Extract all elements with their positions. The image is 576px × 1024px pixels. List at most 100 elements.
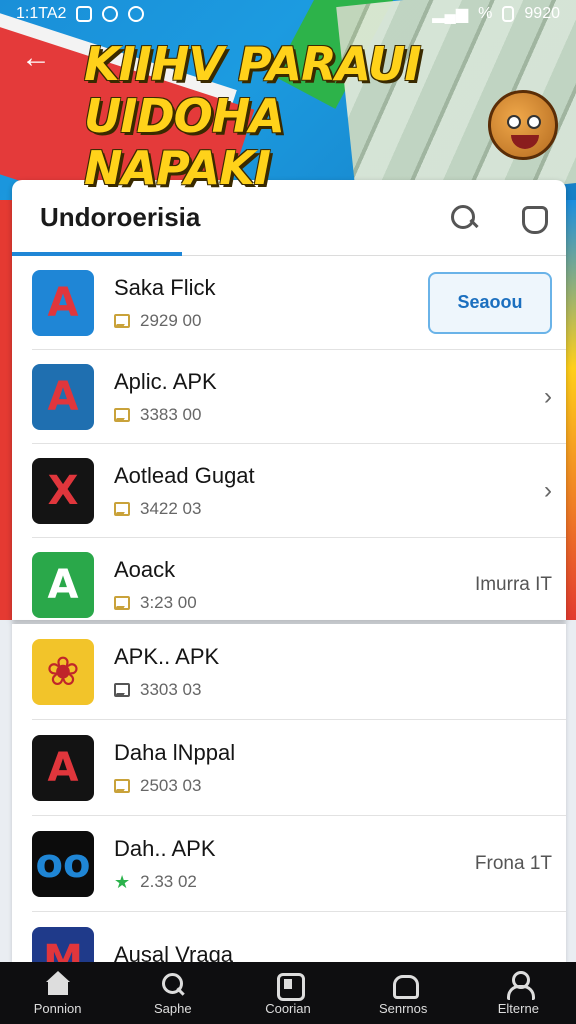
ticket-icon <box>114 501 130 516</box>
app-icon: ❀ <box>32 638 94 705</box>
signal-icon: ▂▄▆ <box>432 6 469 23</box>
headline-line-1: KIIHV PARAUI <box>84 37 422 91</box>
app-subtitle: 3:23 00 <box>114 593 566 613</box>
ticket-icon <box>114 682 130 697</box>
nav-item-ponnion[interactable]: Ponnion <box>3 970 113 1016</box>
battery-level: 9920 <box>524 5 560 22</box>
nav-label: Saphe <box>153 1000 192 1016</box>
search-icon <box>160 971 186 997</box>
app-icon: oo <box>32 830 94 897</box>
shield-status-icon <box>102 6 119 22</box>
app-icon: A <box>32 734 94 801</box>
app-glyph: oo <box>35 840 91 887</box>
nav-item-saphe[interactable]: Saphe <box>118 971 228 1016</box>
battery-icon <box>502 6 515 22</box>
app-glyph: A <box>47 373 79 420</box>
list-item[interactable]: A Aoack 3:23 00 Imurra IT <box>32 538 566 620</box>
card-title: Undoroerisia <box>40 202 201 232</box>
app-subtitle: 3383 00 <box>114 405 566 425</box>
app-name: APK.. APK <box>114 643 220 669</box>
row-action: Imurra IT <box>475 574 552 596</box>
row-status-text: Imurra IT <box>474 573 552 595</box>
app-icon: A <box>32 551 94 618</box>
app-name: Aotlead Gugat <box>114 462 255 488</box>
app-glyph: M <box>43 936 83 965</box>
search-icon[interactable] <box>448 202 480 234</box>
service-icon <box>390 971 420 999</box>
nav-label: Ponnion <box>33 1000 82 1016</box>
nav-item-senrnos[interactable]: Senrnos <box>348 971 458 1016</box>
app-icon: A <box>32 363 94 430</box>
star-icon: ★ <box>114 871 131 892</box>
app-sub-text: 2.33 02 <box>140 871 197 891</box>
user-icon <box>505 970 536 1000</box>
nav-label: Coorian <box>265 1000 311 1016</box>
app-subtitle: 3422 03 <box>114 499 566 519</box>
app-sub-text: 2503 03 <box>140 775 202 795</box>
left-decoration <box>0 200 12 620</box>
chevron-right-icon[interactable]: › <box>544 383 552 410</box>
app-name: Aplic. APK <box>114 368 217 394</box>
chevron-right-icon[interactable]: › <box>544 477 552 504</box>
status-percent: % <box>478 5 493 22</box>
shield-icon[interactable] <box>516 202 548 234</box>
app-list-card: Undoroerisia A Saka Flick 2929 00 Seaoou A Ap… <box>12 180 566 620</box>
status-bar: 1:1TA2 ▂▄▆ % 9920 <box>0 0 576 28</box>
app-list: ❀ APK.. APK 3303 03 A Daha lNppal 2503 03 oo Da… <box>12 624 566 964</box>
app-glyph: X <box>47 467 79 514</box>
row-status-text: Frona 1T <box>474 852 552 874</box>
app-meta: Aotlead Gugat 3422 03 <box>114 463 566 519</box>
row-action: Frona 1T <box>475 853 552 875</box>
notification-icon <box>76 6 93 22</box>
app-glyph: A <box>47 561 79 608</box>
list-item[interactable]: oo Dah.. APK ★ 2.33 02 Frona 1T <box>32 816 566 912</box>
list-item[interactable]: M Ausal Vraga <box>32 912 566 964</box>
app-sub-text: 3:23 00 <box>140 592 197 612</box>
app-glyph: A <box>47 744 79 791</box>
home-icon <box>45 970 71 997</box>
app-meta: Aplic. APK 3383 00 <box>114 369 566 425</box>
nav-label: Elterne <box>497 1000 539 1016</box>
app-meta: Daha lNppal 2503 03 <box>114 740 566 796</box>
list-item[interactable]: A Saka Flick 2929 00 Seaoou <box>32 256 566 350</box>
list-item[interactable]: A Aplic. APK 3383 00 › <box>32 350 566 444</box>
app-icon: X <box>32 457 94 524</box>
ticket-icon <box>114 778 130 793</box>
banner-headline: KIIHV PARAUI UIDOHA NAPAKI <box>84 38 484 194</box>
back-arrow-icon[interactable]: ← <box>18 40 54 76</box>
open-button[interactable]: Seaoou <box>428 271 552 334</box>
app-meta: APK.. APK 3303 03 <box>114 644 566 700</box>
app-name: Daha lNppal <box>114 739 236 765</box>
app-sub-text: 2929 00 <box>140 310 202 330</box>
app-name: Ausal Vraga <box>114 941 234 965</box>
ticket-icon <box>114 313 130 328</box>
ticket-icon <box>114 407 130 422</box>
app-icon: M <box>32 926 94 965</box>
headline-line-2: UIDOHA NAPAKI <box>84 89 285 195</box>
nav-item-elterne[interactable]: Elterne <box>463 970 573 1016</box>
list-item[interactable]: A Daha lNppal 2503 03 <box>32 720 566 816</box>
app-icon: A <box>32 269 94 336</box>
app-meta: Ausal Vraga <box>114 942 566 965</box>
row-action: › <box>544 383 552 411</box>
app-subtitle: ★ 2.33 02 <box>114 872 566 892</box>
ticket-icon <box>114 595 130 610</box>
bottom-navigation: Ponnion Saphe Coorian Senrnos Elterne <box>0 962 576 1024</box>
app-list: A Saka Flick 2929 00 Seaoou A Aplic. APK 3383 … <box>12 256 566 620</box>
list-item[interactable]: ❀ APK.. APK 3303 03 <box>32 624 566 720</box>
app-sub-text: 3422 03 <box>140 498 202 518</box>
app-sub-text: 3383 00 <box>140 404 202 424</box>
row-action: › <box>544 477 552 505</box>
settings-status-icon <box>128 6 145 22</box>
app-glyph: ❀ <box>46 648 80 695</box>
status-time: 1:1TA2 <box>16 5 67 22</box>
nav-item-coorian[interactable]: Coorian <box>233 971 343 1016</box>
nav-label: Senrnos <box>378 1000 428 1016</box>
app-subtitle: 2503 03 <box>114 776 566 796</box>
app-sub-text: 3303 03 <box>140 679 202 699</box>
row-action: Seaoou <box>428 271 552 334</box>
app-list-card-secondary: ❀ APK.. APK 3303 03 A Daha lNppal 2503 03 oo Da… <box>12 624 566 964</box>
list-item[interactable]: X Aotlead Gugat 3422 03 › <box>32 444 566 538</box>
mascot-icon <box>488 90 558 160</box>
app-subtitle: 3303 03 <box>114 680 566 700</box>
